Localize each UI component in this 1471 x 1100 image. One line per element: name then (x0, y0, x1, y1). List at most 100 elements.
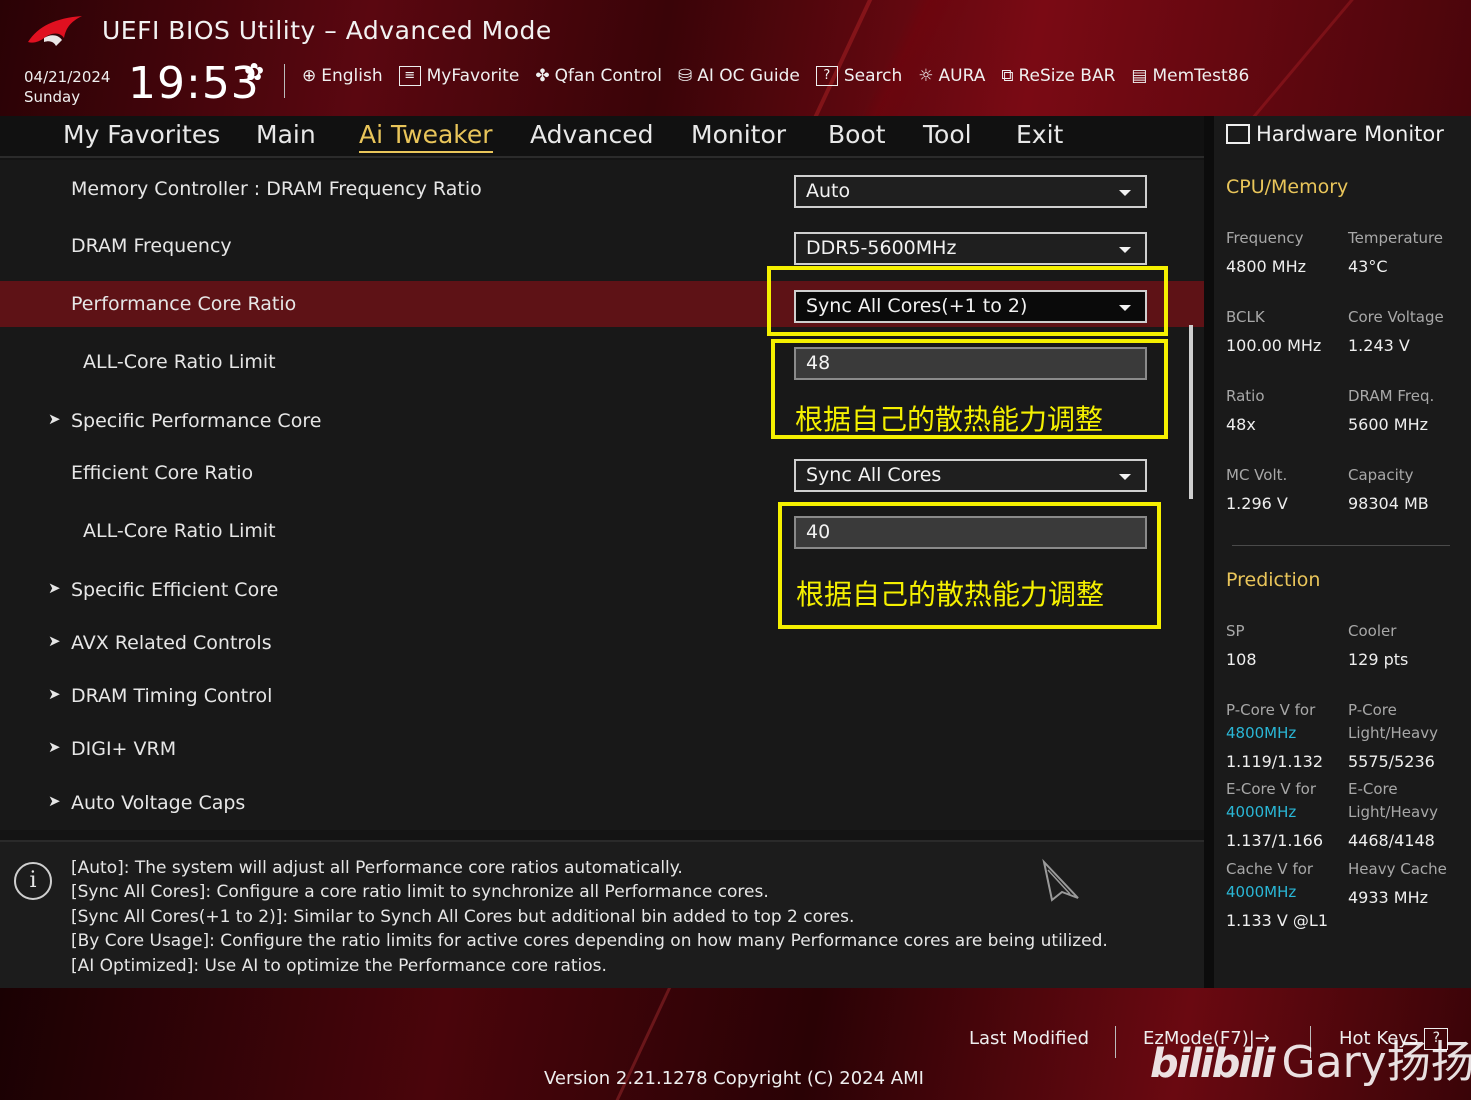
qfan-label: Qfan Control (554, 66, 662, 86)
setting-row-dram-frequency[interactable]: DRAM Frequency DDR5-5600MHz (0, 223, 1204, 269)
last-modified-button[interactable]: Last Modified (969, 1028, 1089, 1049)
hw-section-divider (1232, 545, 1450, 546)
tab-my-favorites[interactable]: My Favorites (63, 120, 220, 149)
ecore-lh-label-2: Light/Heavy (1348, 803, 1438, 821)
search-label: Search (843, 66, 903, 86)
select-value: Auto (806, 180, 851, 202)
setting-label: Memory Controller : DRAM Frequency Ratio (71, 178, 482, 200)
toolbar: ⊕ English ≡ MyFavorite ✤ Qfan Control ⛁ … (302, 66, 1265, 86)
version-text: Version 2.21.1278 Copyright (C) 2024 AMI (544, 1068, 924, 1089)
resize-bar-button[interactable]: ⧉ ReSize BAR (1001, 66, 1115, 86)
sp-label: SP (1226, 622, 1245, 640)
bilibili-logo: bilibili (1150, 1041, 1276, 1087)
watermark: bilibili Gary扬扬 (1150, 1026, 1471, 1090)
tab-boot[interactable]: Boot (828, 120, 886, 149)
header-decor-stripe (806, 0, 878, 116)
mem-ratio-select[interactable]: Auto (794, 175, 1147, 208)
myfavorite-button[interactable]: ≡ MyFavorite (398, 66, 520, 86)
tab-monitor[interactable]: Monitor (691, 120, 786, 149)
highlight-box-perf-ratio (767, 266, 1168, 336)
cache-v-freq: 4000MHz (1226, 883, 1297, 901)
chevron-right-icon: ➤ (48, 738, 61, 756)
setting-row-efficient-core-ratio[interactable]: Efficient Core Ratio Sync All Cores (0, 450, 1204, 496)
setting-label: Performance Core Ratio (71, 293, 297, 315)
search-button[interactable]: ? Search (815, 66, 903, 86)
setting-row-dram-timing[interactable]: ➤ DRAM Timing Control (0, 673, 1204, 719)
tab-advanced[interactable]: Advanced (530, 120, 654, 149)
chevron-right-icon: ➤ (48, 410, 61, 428)
dram-freq-value: 5600 MHz (1348, 415, 1429, 434)
main-menu-bar: My Favorites Main Ai Tweaker Advanced Mo… (0, 116, 1204, 158)
select-value: DDR5-5600MHz (806, 237, 957, 259)
sp-value: 108 (1226, 650, 1257, 669)
language-button[interactable]: ⊕ English (302, 66, 383, 86)
setting-label: Specific Efficient Core (71, 579, 279, 601)
setting-row-auto-voltage-caps[interactable]: ➤ Auto Voltage Caps (0, 780, 1204, 826)
gear-icon[interactable]: ✿ (244, 58, 264, 86)
help-line: [AI Optimized]: Use AI to optimize the P… (71, 956, 607, 976)
tab-exit[interactable]: Exit (1016, 120, 1063, 149)
setting-label: Auto Voltage Caps (71, 792, 246, 814)
memtest86-button[interactable]: ▤ MemTest86 (1131, 66, 1249, 86)
pcore-lh-value: 5575/5236 (1348, 752, 1435, 771)
chevron-down-icon (1119, 190, 1131, 196)
tab-ai-tweaker[interactable]: Ai Tweaker (359, 120, 493, 153)
globe-icon: ⊕ (302, 66, 317, 86)
cooler-value: 129 pts (1348, 650, 1409, 669)
setting-row-digi-vrm[interactable]: ➤ DIGI+ VRM (0, 726, 1204, 772)
aura-label: AURA (938, 66, 986, 86)
dram-frequency-select[interactable]: DDR5-5600MHz (794, 232, 1147, 265)
setting-label: DIGI+ VRM (71, 738, 177, 760)
efficient-core-ratio-select[interactable]: Sync All Cores (794, 459, 1147, 492)
help-line: [Auto]: The system will adjust all Perfo… (71, 858, 683, 878)
annotation-note: 根据自己的散热能力调整 (795, 403, 1104, 436)
watermark-name: Gary扬扬 (1281, 1037, 1471, 1088)
resize-bar-icon: ⧉ (1001, 66, 1014, 86)
select-value: Sync All Cores (806, 464, 942, 486)
ratio-value: 48x (1226, 415, 1256, 434)
cooler-label: Cooler (1348, 622, 1397, 640)
fan-icon: ✤ (535, 66, 550, 86)
monitor-icon (1226, 124, 1250, 144)
myfavorite-label: MyFavorite (426, 66, 520, 86)
cache-v-label: Cache V for (1226, 860, 1314, 878)
frequency-label: Frequency (1226, 229, 1304, 247)
bclk-value: 100.00 MHz (1226, 336, 1322, 355)
footer-bar: Last Modified EzMode(F7)|→ Hot Keys? Ver… (0, 988, 1471, 1100)
aura-light-icon: ☼ (918, 66, 934, 86)
ai-oc-guide-button[interactable]: ⛁ AI OC Guide (678, 66, 800, 86)
header-bar: UEFI BIOS Utility – Advanced Mode 04/21/… (0, 0, 1471, 116)
memory-icon: ▤ (1131, 66, 1148, 86)
date-display: 04/21/2024 (24, 68, 111, 86)
ecore-lh-value: 4468/4148 (1348, 831, 1435, 850)
help-line: [Sync All Cores]: Configure a core ratio… (71, 882, 769, 902)
setting-label: ALL-Core Ratio Limit (83, 520, 276, 542)
settings-scrollbar[interactable] (1189, 325, 1193, 499)
core-voltage-value: 1.243 V (1348, 336, 1410, 355)
chevron-down-icon (1119, 247, 1131, 253)
setting-label: ALL-Core Ratio Limit (83, 351, 276, 373)
settings-panel: Memory Controller : DRAM Frequency Ratio… (0, 160, 1204, 830)
temperature-label: Temperature (1348, 229, 1444, 247)
setting-label: DRAM Frequency (71, 235, 232, 257)
memtest86-label: MemTest86 (1152, 66, 1250, 86)
chevron-down-icon (1119, 474, 1131, 480)
setting-label: DRAM Timing Control (71, 685, 273, 707)
day-display: Sunday (24, 88, 81, 106)
tab-tool[interactable]: Tool (923, 120, 972, 149)
hardware-monitor-panel: Hardware Monitor CPU/Memory Frequency Te… (1214, 116, 1471, 988)
pcore-v-label: P-Core V for (1226, 701, 1316, 719)
aura-button[interactable]: ☼ AURA (918, 66, 985, 86)
pcore-lh-label-2: Light/Heavy (1348, 724, 1438, 742)
chevron-right-icon: ➤ (48, 685, 61, 703)
prediction-section-title: Prediction (1226, 569, 1321, 591)
app-title: UEFI BIOS Utility – Advanced Mode (102, 16, 552, 45)
resize-bar-label: ReSize BAR (1018, 66, 1116, 86)
setting-row-mem-ratio[interactable]: Memory Controller : DRAM Frequency Ratio… (0, 166, 1204, 212)
heavy-cache-value: 4933 MHz (1348, 888, 1429, 907)
core-voltage-label: Core Voltage (1348, 308, 1444, 326)
hardware-monitor-title: Hardware Monitor (1226, 122, 1444, 146)
annotation-note: 根据自己的散热能力调整 (796, 578, 1105, 611)
tab-main[interactable]: Main (256, 120, 316, 149)
qfan-control-button[interactable]: ✤ Qfan Control (535, 66, 662, 86)
